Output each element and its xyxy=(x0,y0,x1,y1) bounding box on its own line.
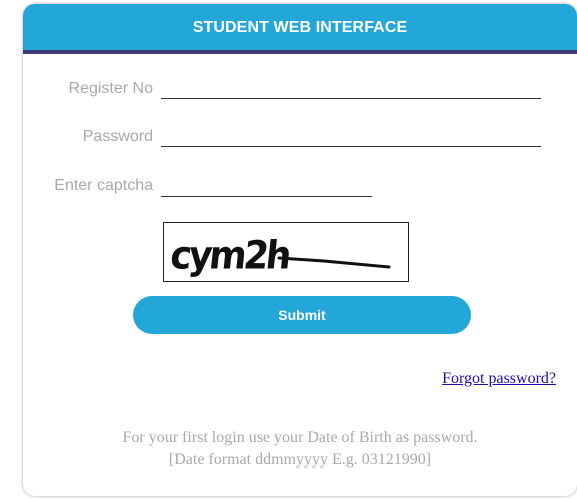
forgot-password-link[interactable]: Forgot password? xyxy=(442,370,556,388)
submit-button[interactable]: Submit xyxy=(133,296,471,334)
first-login-note: For your first login use your Date of Bi… xyxy=(122,429,478,446)
password-label: Password xyxy=(82,128,153,145)
captcha-label: Enter captcha xyxy=(54,177,153,194)
register-no-label: Register No xyxy=(68,80,153,97)
captcha-text: cym2h xyxy=(168,232,291,278)
captcha-image: cym2h xyxy=(163,222,409,282)
date-format-note: [Date format ddmmyyyy E.g. 03121990] xyxy=(168,451,432,468)
login-card: STUDENT WEB INTERFACE Register No Passwo… xyxy=(23,4,577,496)
page-title: STUDENT WEB INTERFACE xyxy=(192,19,408,36)
password-input[interactable] xyxy=(161,124,541,147)
register-no-input[interactable] xyxy=(161,76,541,99)
captcha-graphic: cym2h xyxy=(168,232,391,278)
captcha-input[interactable] xyxy=(161,174,372,197)
card-header: STUDENT WEB INTERFACE xyxy=(23,4,577,54)
